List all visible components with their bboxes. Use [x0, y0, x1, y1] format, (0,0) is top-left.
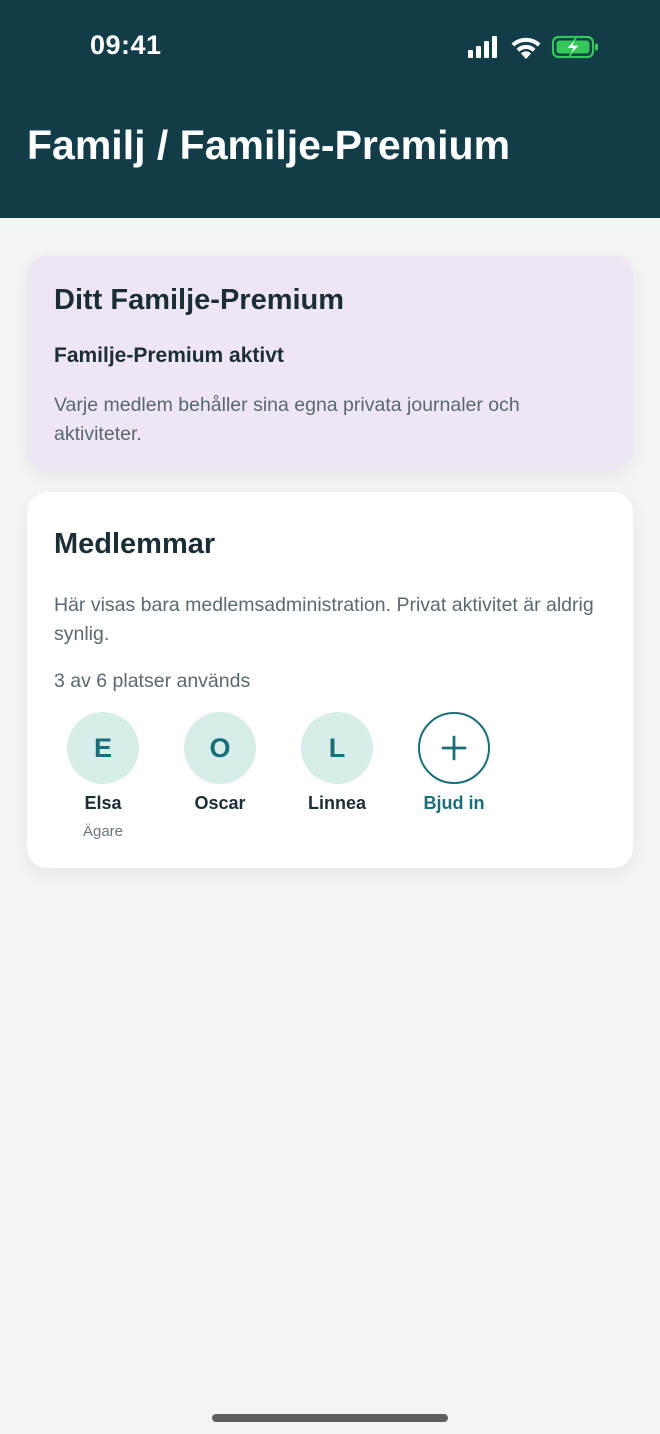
- member-role-elsa: Ägare: [82, 823, 124, 840]
- seats-count: 3 av 6 platser används: [54, 670, 251, 692]
- member-avatar-linnea[interactable]: L: [301, 712, 373, 784]
- invite-button[interactable]: [418, 712, 490, 784]
- status-icons: [468, 35, 598, 59]
- members-card-title: Medlemmar: [54, 528, 216, 560]
- status-time: 09:41: [90, 30, 162, 60]
- home-indicator: [212, 1414, 448, 1422]
- premium-card-title: Ditt Familje-Premium: [54, 284, 345, 316]
- member-avatar-elsa[interactable]: E: [67, 712, 139, 784]
- member-name-elsa: Elsa: [84, 793, 122, 813]
- premium-status: Familje-Premium aktivt: [54, 344, 284, 367]
- plus-icon: [441, 735, 467, 761]
- member-avatar-oscar[interactable]: O: [184, 712, 256, 784]
- member-name-oscar: Oscar: [194, 793, 246, 813]
- wifi-icon: [511, 37, 541, 59]
- members-description: Här visas bara medlemsadministration. Pr…: [54, 594, 594, 645]
- battery-charging-icon: [551, 35, 598, 59]
- invite-label[interactable]: Bjud in: [394, 793, 514, 814]
- premium-description: Varje medlem behåller sina egna privata …: [54, 394, 520, 445]
- app-header: 09:41 Familj / Familje-Premium: [0, 0, 660, 218]
- member-name-linnea: Linnea: [307, 793, 366, 813]
- cellular-signal-icon: [468, 36, 497, 58]
- page-title: Familj / Familje-Premium: [27, 122, 511, 168]
